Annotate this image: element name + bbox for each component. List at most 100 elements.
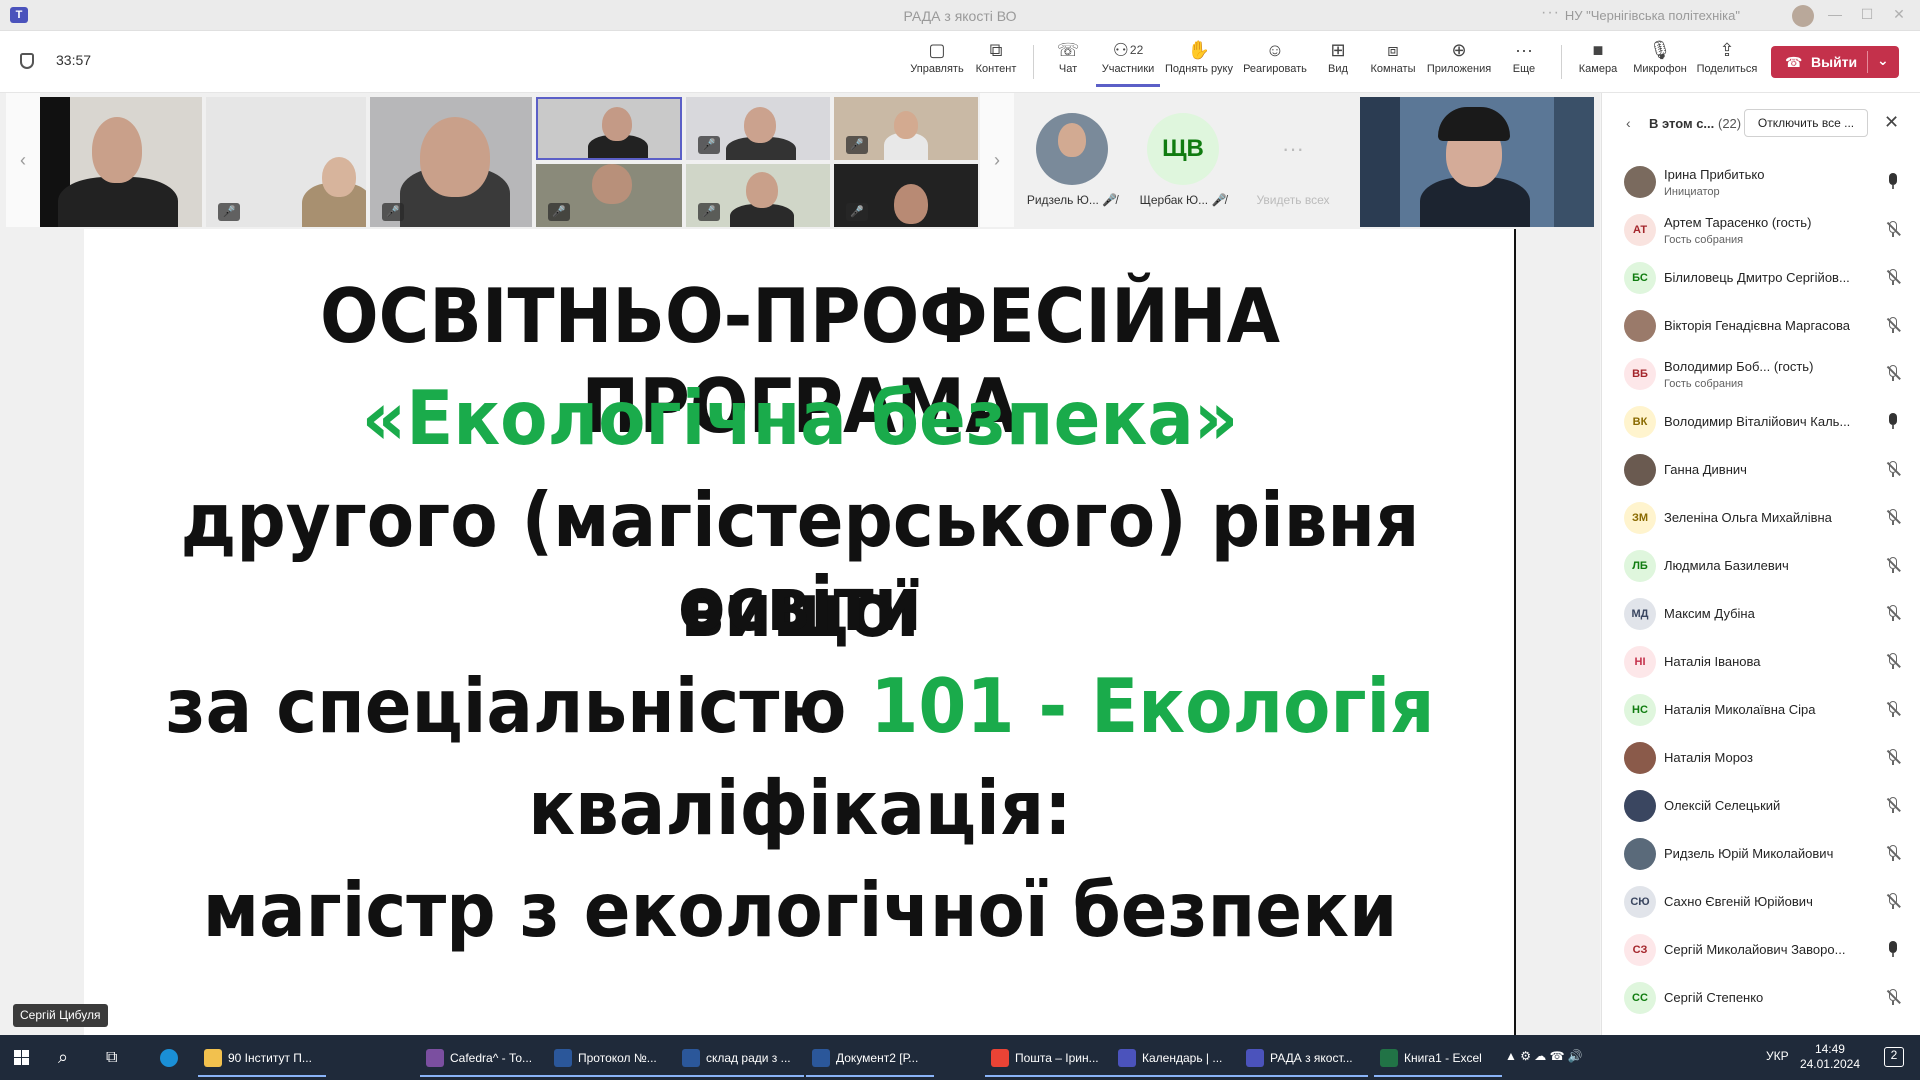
mic-muted-icon[interactable]	[1886, 893, 1901, 911]
organization-name[interactable]: НУ "Чернігівська політехніка"	[1565, 8, 1740, 23]
app-icon	[682, 1049, 700, 1067]
mic-muted-icon[interactable]	[1886, 509, 1901, 527]
apps-button[interactable]: ⊕ Приложения	[1424, 37, 1494, 87]
mic-muted-icon[interactable]	[1886, 461, 1901, 479]
participant-row[interactable]: Ганна Дивнич	[1602, 447, 1920, 493]
app-icon	[1380, 1049, 1398, 1067]
taskbar-app[interactable]: Документ2 [Р...	[806, 1039, 934, 1077]
video-tile[interactable]: 🎤	[686, 97, 830, 160]
gallery-prev-icon[interactable]: ‹	[6, 93, 40, 227]
video-tile[interactable]: 🎤	[370, 97, 532, 227]
mic-muted-icon[interactable]	[1886, 653, 1901, 671]
participant-row[interactable]: НІ Наталія Іванова	[1602, 639, 1920, 685]
participant-name: Наталія Іванова	[1664, 654, 1761, 669]
maximize-icon[interactable]: ☐	[1852, 6, 1882, 26]
share-button[interactable]: ⇪ Поделиться	[1692, 37, 1762, 87]
mic-muted-icon[interactable]	[1886, 989, 1901, 1007]
start-button[interactable]	[10, 1039, 38, 1077]
close-icon[interactable]: ✕	[1884, 112, 1899, 133]
participant-tile[interactable]: Ридзель Ю... 🎤̸	[1024, 113, 1120, 207]
see-all-label: Увидеть всех	[1256, 193, 1330, 207]
control-button[interactable]: ▢ Управлять	[905, 37, 969, 87]
mic-on-icon[interactable]	[1886, 173, 1900, 191]
taskbar-app[interactable]: РАДА з якост...	[1240, 1039, 1368, 1077]
participant-row[interactable]: Наталія Мороз	[1602, 735, 1920, 781]
mic-muted-icon[interactable]	[1886, 317, 1901, 335]
mic-muted-icon[interactable]	[1886, 845, 1901, 863]
participant-row[interactable]: АТ Артем Тарасенко (гость) Гость собрания	[1602, 207, 1920, 253]
mic-muted-icon[interactable]	[1886, 749, 1901, 767]
rooms-button[interactable]: ⧈ Комнаты	[1361, 37, 1425, 87]
mic-muted-icon[interactable]	[1886, 557, 1901, 575]
mic-muted-icon[interactable]	[1886, 365, 1901, 383]
close-window-icon[interactable]: ✕	[1884, 6, 1914, 26]
mic-on-icon[interactable]	[1886, 413, 1900, 431]
video-tile[interactable]: 🎤	[686, 164, 830, 227]
clock[interactable]: 14:49 24.01.2024	[1800, 1042, 1860, 1072]
react-button[interactable]: ☺ Реагировать	[1240, 37, 1310, 87]
taskbar-app[interactable]: Cafedra^ - То...	[420, 1039, 548, 1077]
participant-row[interactable]: ЗМ Зеленіна Ольга Михайлівна	[1602, 495, 1920, 541]
taskbar-app[interactable]: Календарь | ...	[1112, 1039, 1240, 1077]
more-options-icon[interactable]: ···	[1541, 4, 1560, 22]
presenter-video-tile[interactable]	[1360, 97, 1594, 227]
video-tile-active[interactable]	[536, 97, 682, 160]
video-tile[interactable]: 🎤	[834, 164, 978, 227]
back-icon[interactable]: ‹	[1626, 115, 1631, 131]
camera-button[interactable]: ■ Камера	[1566, 37, 1630, 87]
taskbar-app[interactable]: Пошта – Ірин...	[985, 1039, 1113, 1077]
search-icon[interactable]: ⌕	[58, 1039, 88, 1077]
participant-row[interactable]: СЮ Сахно Євгеній Юрійович	[1602, 879, 1920, 925]
muted-mic-icon: 🎤̸	[1211, 193, 1227, 207]
more-button[interactable]: ··· Еще	[1492, 37, 1556, 87]
video-tile[interactable]: 🎤	[834, 97, 978, 160]
participant-name: Щербак Ю... 🎤̸	[1139, 193, 1227, 207]
participant-row[interactable]: НС Наталія Миколаївна Сіра	[1602, 687, 1920, 733]
taskbar-app[interactable]: Протокол №...	[548, 1039, 676, 1077]
notification-center-button[interactable]: 2	[1884, 1047, 1904, 1067]
participant-row[interactable]: СС Сергій Степенко	[1602, 975, 1920, 1021]
participant-tile[interactable]: ЩВ Щербак Ю... 🎤̸	[1135, 113, 1231, 207]
video-tile[interactable]: 🎤	[536, 164, 682, 227]
language-indicator[interactable]: УКР	[1766, 1049, 1789, 1063]
video-tile[interactable]	[40, 97, 202, 227]
participant-row[interactable]: Ірина Прибитько Инициатор	[1602, 159, 1920, 205]
tray-icons[interactable]: ▲ ⚙ ☁ ☎ 🔊	[1505, 1049, 1583, 1063]
participant-row[interactable]: Олексій Селецький	[1602, 783, 1920, 829]
participant-row[interactable]: ЛБ Людмила Базилевич	[1602, 543, 1920, 589]
raise-hand-button[interactable]: ✋ Поднять руку	[1161, 37, 1237, 87]
participant-row[interactable]: СЗ Сергій Миколайович Заворо...	[1602, 927, 1920, 973]
mic-muted-icon[interactable]	[1886, 701, 1901, 719]
mic-muted-icon[interactable]	[1886, 269, 1901, 287]
participant-row[interactable]: Ридзель Юрій Миколайович	[1602, 831, 1920, 877]
mic-muted-icon[interactable]	[1886, 797, 1901, 815]
video-tile[interactable]: 🎤	[206, 97, 366, 227]
content-button[interactable]: ⧉ Контент	[964, 37, 1028, 87]
taskbar-app[interactable]: Книга1 - Excel	[1374, 1039, 1502, 1077]
participants-button[interactable]: ⚇22 Участники	[1096, 37, 1160, 87]
mic-muted-icon[interactable]	[1886, 605, 1901, 623]
participant-row[interactable]: ВБ Володимир Боб... (гость) Гость собрания	[1602, 351, 1920, 397]
taskbar-app[interactable]: склад ради з ...	[676, 1039, 804, 1077]
leave-button[interactable]: ☎ Выйти ⌄	[1771, 46, 1899, 78]
mic-muted-icon[interactable]	[1886, 221, 1901, 239]
profile-avatar[interactable]	[1792, 5, 1814, 27]
taskbar-app-label: Календарь | ...	[1142, 1051, 1223, 1065]
mute-all-button[interactable]: Отключить все ...	[1744, 109, 1868, 137]
participant-row[interactable]: БС Білиловець Дмитро Сергійов...	[1602, 255, 1920, 301]
mic-on-icon[interactable]	[1886, 941, 1900, 959]
participant-row[interactable]: Вікторія Генадієвна Маргасова	[1602, 303, 1920, 349]
microphone-label: Микрофон	[1633, 63, 1687, 75]
participant-name: Сахно Євгеній Юрійович	[1664, 894, 1813, 909]
taskbar-app[interactable]: 90 Інститут П...	[198, 1039, 326, 1077]
chevron-down-icon[interactable]: ⌄	[1877, 52, 1889, 69]
microphone-button[interactable]: 🎙 Микрофон	[1626, 37, 1694, 87]
see-all-button[interactable]: ··· Увидеть всех	[1245, 113, 1341, 207]
chat-button[interactable]: ☏ Чат	[1036, 37, 1100, 87]
edge-icon[interactable]	[154, 1039, 184, 1077]
gallery-next-icon[interactable]: ›	[980, 93, 1014, 227]
participant-row[interactable]: ВК Володимир Віталійович Каль...	[1602, 399, 1920, 445]
participant-row[interactable]: МД Максим Дубіна	[1602, 591, 1920, 637]
minimize-icon[interactable]: —	[1820, 6, 1850, 26]
task-view-icon[interactable]: ⧉	[106, 1039, 136, 1077]
